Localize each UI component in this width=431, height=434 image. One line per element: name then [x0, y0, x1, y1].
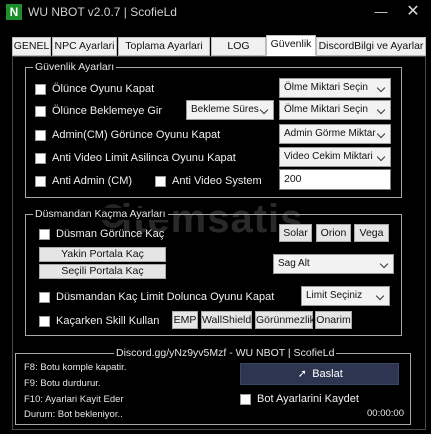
checkbox-box[interactable] — [35, 129, 46, 141]
tab-toplama-ayarlari[interactable]: Toplama Ayarlari — [118, 37, 210, 56]
start-button[interactable]: ➚ Baslat — [240, 363, 399, 385]
save-settings-label: Bot Ayarlarini Kaydet — [257, 393, 359, 405]
death-count-select-2[interactable]: Ölme Miktari Seçin — [279, 100, 391, 120]
emp-button[interactable]: EMP — [172, 311, 198, 329]
checkbox-box[interactable] — [155, 175, 166, 187]
app-logo-icon: N — [6, 4, 22, 20]
chevron-down-icon — [375, 287, 387, 305]
anti-admin-checkbox[interactable]: Anti Admin (CM) — [35, 173, 132, 189]
video-limit-input[interactable]: 200 — [279, 169, 391, 190]
checkbox-box[interactable] — [35, 105, 46, 117]
limit-escape-label: Düsmandan Kaç Limit Dolunca Oyunu Kapat — [56, 291, 275, 303]
admin-count-select-value: Admin Görme Miktarı — [284, 128, 379, 139]
bot-status: Durum: Bot bekleniyor.. — [24, 409, 123, 420]
anti-video-close-label: Anti Video Limit Asilinca Oyunu Kapat — [52, 152, 236, 164]
close-on-death-label: Ölünce Oyunu Kapat — [52, 83, 155, 95]
enemy-escape-label: Düsman Görünce Kaç — [56, 228, 165, 240]
start-button-label: Baslat — [312, 368, 343, 380]
close-on-death-checkbox[interactable]: Ölünce Oyunu Kapat — [35, 81, 154, 97]
checkbox-box[interactable] — [39, 291, 50, 303]
skill-use-label: Kaçarken Skill Kullan — [56, 315, 160, 327]
rocket-icon: ➚ — [297, 368, 307, 380]
video-count-select[interactable]: Video Cekim Miktari — [279, 147, 391, 167]
close-button[interactable]: ✕ — [401, 2, 425, 22]
tab-content-panel: Güvenlik Ayarları Ölünce Oyunu Kapat Ölm… — [12, 56, 426, 430]
security-settings-title: Güvenlik Ayarları — [33, 61, 117, 73]
tab-bar: GENEL NPC Ayarlari Toplama Ayarlari LOG … — [12, 35, 426, 69]
invisibility-button[interactable]: Görünmezlik — [255, 311, 315, 329]
anti-admin-label: Anti Admin (CM) — [52, 175, 133, 187]
selected-portal-button[interactable]: Seçili Portala Kaç — [39, 264, 166, 279]
anti-video-system-checkbox[interactable]: Anti Video System — [155, 173, 262, 189]
tab-log-kayit[interactable]: LOG KAYIT — [211, 37, 266, 69]
f9-hint: F9: Botu durdurur. — [24, 378, 101, 389]
wait-on-death-label: Ölünce Beklemeye Gir — [52, 105, 163, 117]
limit-escape-checkbox[interactable]: Düsmandan Kaç Limit Dolunca Oyunu Kapat — [39, 289, 274, 305]
limit-select-value: Limit Seçiniz — [306, 290, 363, 301]
wallshield-button[interactable]: WallShield — [201, 311, 252, 329]
chevron-down-icon — [379, 255, 391, 273]
checkbox-box[interactable] — [240, 393, 251, 405]
chevron-down-icon — [376, 101, 388, 119]
repair-button[interactable]: Onarim — [315, 311, 352, 329]
tab-genel[interactable]: GENEL — [12, 37, 51, 56]
portal-select[interactable]: Sag Alt — [273, 254, 394, 274]
minimize-button[interactable]: — — [369, 2, 393, 22]
anti-video-system-label: Anti Video System — [172, 175, 262, 187]
admin-close-checkbox[interactable]: Admin(CM) Görünce Oyunu Kapat — [35, 127, 220, 143]
wait-duration-select-value: Bekleme Süresi — [191, 104, 262, 115]
save-settings-checkbox[interactable]: Bot Ayarlarini Kaydet — [240, 391, 359, 407]
admin-close-label: Admin(CM) Görünce Oyunu Kapat — [52, 129, 221, 141]
checkbox-box[interactable] — [39, 315, 50, 327]
limit-select[interactable]: Limit Seçiniz — [301, 286, 390, 306]
f8-hint: F8: Botu komple kapatir. — [24, 362, 127, 373]
checkbox-box[interactable] — [35, 83, 46, 95]
skill-use-checkbox[interactable]: Kaçarken Skill Kullan — [39, 313, 159, 329]
portal-select-value: Sag Alt — [278, 258, 310, 269]
admin-count-select[interactable]: Admin Görme Miktarı — [279, 124, 391, 144]
video-count-select-value: Video Cekim Miktari — [284, 151, 373, 162]
window-title: WU NBOT v2.0.7 | ScofieLd — [28, 5, 177, 19]
discord-link-title: Discord.gg/yNz9yv5Mzf - WU NBOT | Scofie… — [114, 347, 337, 359]
f10-hint: F10: Ayarlari Kayit Eder — [24, 394, 124, 405]
solar-button[interactable]: Solar — [279, 224, 312, 242]
tab-discord-bilgi[interactable]: DiscordBilgi ve Ayarlar — [316, 37, 426, 56]
chevron-down-icon — [376, 125, 388, 143]
wait-on-death-checkbox[interactable]: Ölünce Beklemeye Gir — [35, 103, 162, 119]
security-settings-group: Güvenlik Ayarları Ölünce Oyunu Kapat Ölm… — [25, 61, 402, 198]
checkbox-box[interactable] — [35, 152, 46, 164]
vega-button[interactable]: Vega — [354, 224, 389, 242]
chevron-down-icon — [376, 79, 388, 97]
near-portal-button[interactable]: Yakin Portala Kaç — [39, 247, 166, 262]
checkbox-box[interactable] — [35, 175, 46, 187]
death-count-select-2-value: Ölme Miktari Seçin — [284, 104, 368, 115]
enemy-escape-checkbox[interactable]: Düsman Görünce Kaç — [39, 226, 164, 242]
tab-npc-ayarlari[interactable]: NPC Ayarlari — [52, 37, 117, 56]
chevron-down-icon — [376, 148, 388, 166]
death-count-select-1-value: Ölme Miktari Seçin — [284, 82, 368, 93]
orion-button[interactable]: Orion — [316, 224, 351, 242]
tab-guvenlik[interactable]: Güvenlik — [266, 35, 316, 56]
enemy-escape-title: Düsmandan Kaçma Ayarları — [33, 208, 168, 220]
checkbox-box[interactable] — [39, 228, 50, 240]
title-bar: N WU NBOT v2.0.7 | ScofieLd — ✕ — [0, 0, 431, 26]
anti-video-close-checkbox[interactable]: Anti Video Limit Asilinca Oyunu Kapat — [35, 150, 236, 166]
run-timer: 00:00:00 — [367, 408, 404, 419]
death-count-select-1[interactable]: Ölme Miktari Seçin — [279, 78, 391, 98]
enemy-escape-group: Düsmandan Kaçma Ayarları Düsman Görünce … — [25, 208, 402, 336]
wait-duration-select[interactable]: Bekleme Süresi — [186, 100, 274, 120]
chevron-down-icon — [259, 101, 271, 119]
